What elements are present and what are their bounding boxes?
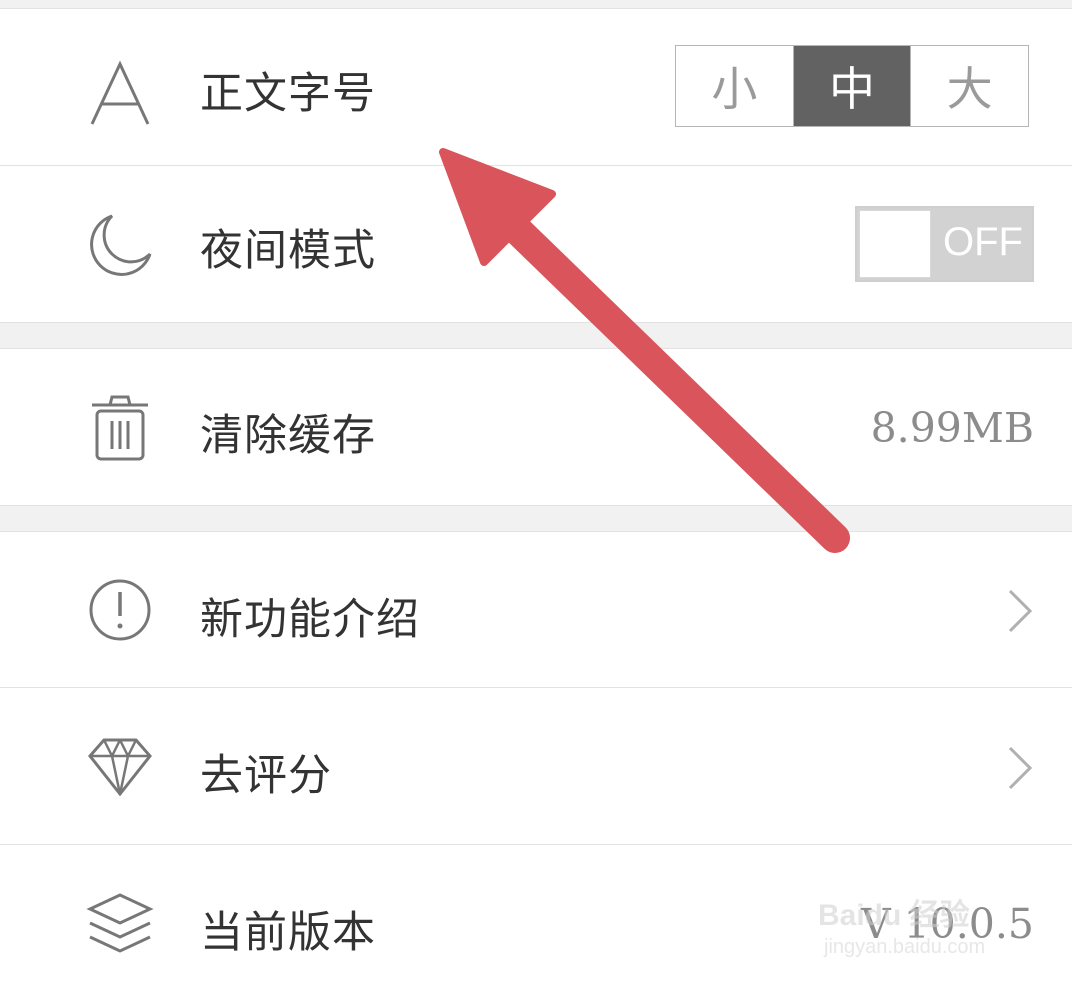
night-mode-label: 夜间模式	[200, 226, 376, 276]
watermark-url: jingyan.baidu.com	[824, 936, 986, 958]
diamond-icon	[82, 728, 158, 804]
chevron-right-icon	[1008, 589, 1033, 633]
toggle-state-text: OFF	[943, 220, 1023, 264]
clear-cache-label: 清除缓存	[200, 411, 376, 461]
font-size-medium-option[interactable]: 中	[793, 46, 912, 126]
watermark-brand: Baidu 经验	[818, 899, 970, 932]
toggle-knob	[859, 210, 931, 278]
storage-group[interactable]: 清除缓存 8.99MB	[0, 349, 1072, 505]
moon-icon	[82, 206, 158, 282]
trash-icon	[82, 391, 158, 467]
layers-icon	[82, 885, 158, 961]
letter-a-icon	[82, 54, 158, 130]
new-features-label: 新功能介绍	[200, 595, 420, 645]
baidu-watermark: Baidu 经验 jingyan.baidu.com	[818, 868, 1058, 968]
font-size-segmented-control[interactable]: 小 中 大	[675, 45, 1029, 127]
group-divider	[0, 322, 1072, 323]
font-size-label: 正文字号	[200, 69, 376, 119]
new-features-row[interactable]: 新功能介绍	[0, 532, 1072, 687]
info-icon	[82, 572, 158, 648]
font-size-small-option[interactable]: 小	[676, 46, 794, 126]
chevron-right-icon	[1008, 746, 1033, 790]
group-divider	[0, 505, 1072, 506]
night-mode-toggle[interactable]: OFF	[855, 206, 1034, 282]
rate-row[interactable]: 去评分	[0, 688, 1072, 844]
version-label: 当前版本	[200, 908, 376, 958]
rate-label: 去评分	[200, 751, 332, 801]
font-size-large-option[interactable]: 大	[911, 46, 1028, 126]
cache-size-value: 8.99MB	[870, 404, 1034, 452]
